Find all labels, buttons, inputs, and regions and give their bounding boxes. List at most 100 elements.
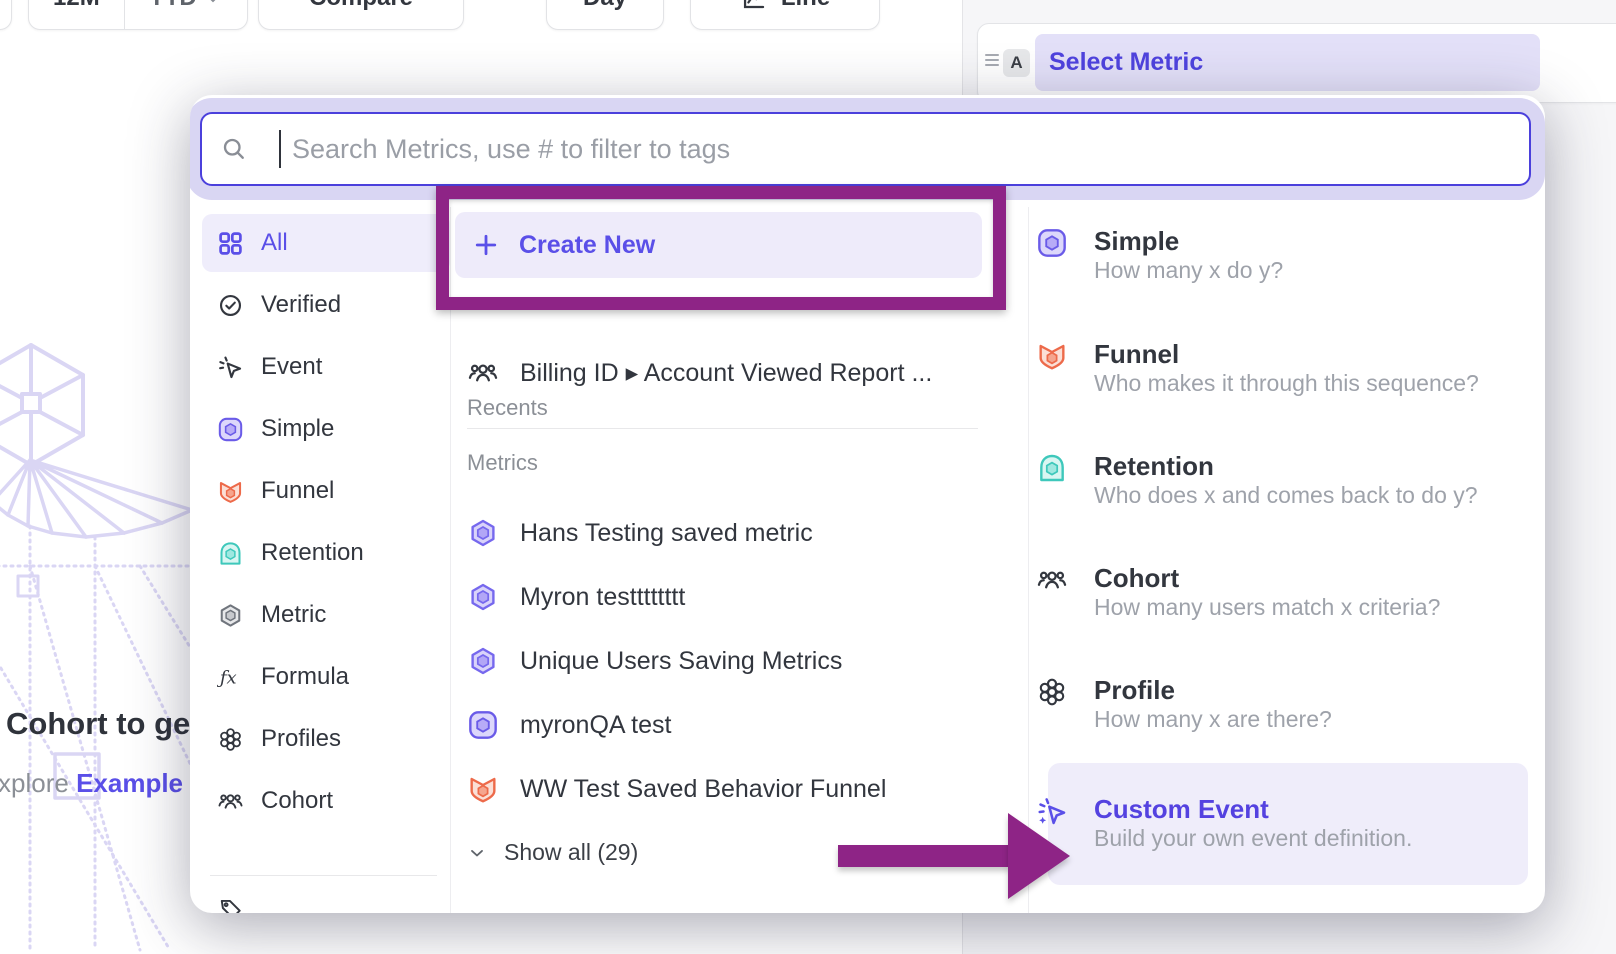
sidebar-item-all[interactable]: All [202, 214, 450, 272]
chevron-down-icon [467, 843, 487, 863]
tag-icon [218, 895, 244, 913]
funnel-icon [467, 773, 499, 805]
line-chart-type-button[interactable]: Line [690, 0, 880, 30]
profiles-cluster-icon [1036, 676, 1068, 708]
metric-list-item[interactable]: Unique Users Saving Metrics [467, 644, 1012, 678]
select-metric-button[interactable]: Select Metric [1035, 34, 1540, 91]
type-description: How many x are there? [1094, 706, 1332, 732]
metric-item-label: Hans Testing saved metric [520, 519, 813, 548]
sidebar-item-label: Profiles [261, 725, 341, 753]
sidebar-item-verified[interactable]: Verified [202, 276, 450, 334]
range-ytd-button[interactable]: YTD [125, 0, 245, 29]
metric-search-input[interactable]: Search Metrics, use # to filter to tags [200, 112, 1531, 186]
type-title: Funnel [1094, 339, 1179, 369]
type-title: Profile [1094, 675, 1175, 705]
line-label: Line [781, 0, 830, 12]
wireframe-illustration [0, 330, 200, 954]
search-icon [220, 135, 248, 163]
annotation-box [436, 186, 1006, 310]
explore-example-line: xplore Example R [0, 768, 209, 799]
simple-metric-icon [217, 416, 244, 443]
sidebar-item-label: Cohort [261, 787, 333, 815]
sidebar-item-profiles[interactable]: Profiles [202, 710, 450, 768]
divider [210, 875, 437, 876]
retention-icon [217, 540, 244, 567]
type-retention[interactable]: Retention Who does x and comes back to d… [1036, 450, 1536, 509]
drag-handle-icon[interactable] [985, 54, 999, 66]
type-funnel[interactable]: Funnel Who makes it through this sequenc… [1036, 338, 1536, 397]
profiles-cluster-icon [217, 726, 244, 753]
toolbar-edge-button[interactable] [0, 0, 12, 30]
recent-item[interactable]: Billing ID ▸ Account Viewed Report ... [467, 356, 1012, 390]
show-all-label: Show all (29) [504, 839, 638, 866]
range-ytd-label: YTD [149, 0, 197, 12]
formula-fx-icon: ƒx [217, 664, 244, 691]
saved-metric-hexagon-icon [467, 581, 499, 613]
type-description: How many x do y? [1094, 257, 1283, 283]
type-title: Custom Event [1094, 794, 1269, 824]
select-metric-label: Select Metric [1049, 48, 1203, 77]
cohort-people-icon [1036, 564, 1068, 596]
type-description: Who does x and comes back to do y? [1094, 482, 1478, 508]
type-title: Cohort [1094, 563, 1179, 593]
compare-label: Compare [309, 0, 413, 12]
type-profile[interactable]: Profile How many x are there? [1036, 674, 1536, 733]
date-range-group[interactable]: 12M YTD [28, 0, 248, 30]
show-all-button[interactable]: Show all (29) [467, 839, 638, 866]
grid-icon [217, 230, 244, 257]
divider [467, 428, 978, 429]
onboarding-heading-fragment: Cohort to ge [6, 706, 190, 742]
sidebar-item-label: Simple [261, 415, 334, 443]
range-12m-label: 12M [53, 0, 100, 12]
metric-list-item[interactable]: Myron testttttttt [467, 580, 1012, 614]
funnel-icon [217, 478, 244, 505]
svg-text:ƒx: ƒx [217, 667, 237, 688]
recent-item-label: Billing ID ▸ Account Viewed Report ... [520, 358, 932, 388]
verified-badge-icon [217, 292, 244, 319]
sidebar-item-event[interactable]: Event [202, 338, 450, 396]
metric-item-label: Unique Users Saving Metrics [520, 647, 842, 676]
divider [1028, 207, 1029, 913]
line-chart-icon [740, 0, 767, 12]
metric-item-label: WW Test Saved Behavior Funnel [520, 775, 886, 804]
sidebar-item-simple[interactable]: Simple [202, 400, 450, 458]
compare-button[interactable]: Compare [258, 0, 464, 30]
sidebar-item-label: Retention [261, 539, 364, 567]
type-description: Who makes it through this sequence? [1094, 370, 1479, 396]
sidebar-item-formula[interactable]: ƒx Formula [202, 648, 450, 706]
divider [450, 207, 451, 913]
sidebar-item-cohort[interactable]: Cohort [202, 772, 450, 830]
type-title: Retention [1094, 451, 1214, 481]
type-description: Build your own event definition. [1094, 825, 1412, 851]
annotation-arrow-head [1008, 813, 1070, 899]
search-placeholder: Search Metrics, use # to filter to tags [292, 134, 730, 165]
sidebar-item-label: Funnel [261, 477, 334, 505]
metric-list-item[interactable]: WW Test Saved Behavior Funnel [467, 772, 1012, 806]
sidebar-item-label: Metric [261, 601, 326, 629]
type-simple[interactable]: Simple How many x do y? [1036, 225, 1536, 284]
recents-header: Recents [467, 395, 548, 421]
simple-metric-icon [467, 709, 499, 741]
type-custom-event[interactable]: Custom Event Build your own event defini… [1036, 793, 1536, 852]
type-cohort[interactable]: Cohort How many users match x criteria? [1036, 562, 1536, 621]
sidebar-item-metric[interactable]: Metric [202, 586, 450, 644]
day-label: Day [583, 0, 627, 12]
sidebar-item-funnel[interactable]: Funnel [202, 462, 450, 520]
annotation-arrow-shaft [838, 845, 1010, 867]
sidebar-item-label: Verified [261, 291, 341, 319]
funnel-icon [1036, 340, 1068, 372]
type-description: How many users match x criteria? [1094, 594, 1440, 620]
series-a-badge: A [1003, 49, 1030, 77]
screen: 12M YTD Compare Day Line A Select Metric [0, 0, 1616, 954]
range-12m-button[interactable]: 12M [29, 0, 124, 29]
day-button[interactable]: Day [546, 0, 664, 30]
saved-metric-hexagon-icon [467, 645, 499, 677]
metric-item-label: myronQA test [520, 711, 671, 740]
cohort-people-icon [217, 788, 244, 815]
sidebar-item-label: Formula [261, 663, 349, 691]
metric-list-item[interactable]: Hans Testing saved metric [467, 516, 1012, 550]
saved-metric-hexagon-icon [467, 517, 499, 549]
metric-list-item[interactable]: myronQA test [467, 708, 1012, 742]
sidebar-item-retention[interactable]: Retention [202, 524, 450, 582]
type-title: Simple [1094, 226, 1179, 256]
